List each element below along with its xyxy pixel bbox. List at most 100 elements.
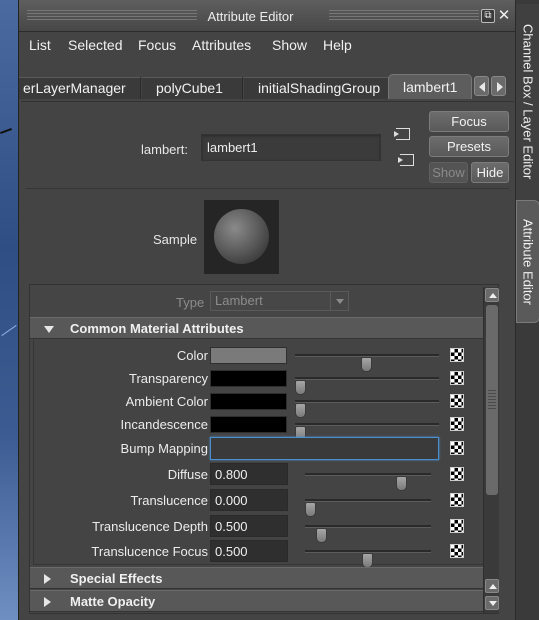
node-name-field[interactable]: lambert1	[201, 134, 381, 161]
section-title: Matte Opacity	[70, 594, 156, 609]
scroll-up-icon[interactable]	[485, 288, 499, 302]
tab-scroll-left-icon[interactable]	[474, 76, 489, 96]
attr-slider[interactable]	[305, 525, 431, 543]
checker-map-icon[interactable]	[450, 417, 464, 431]
type-dropdown-value: Lambert	[215, 293, 263, 308]
type-dropdown[interactable]: Lambert	[210, 291, 349, 311]
attr-label: Diffuse	[167, 467, 208, 482]
color-swatch[interactable]	[210, 347, 287, 364]
color-swatch[interactable]	[210, 370, 287, 387]
dock-side-tabs: Channel Box / Layer Editor Attribute Edi…	[515, 0, 539, 620]
show-button[interactable]: Show	[429, 162, 468, 183]
tab-attribute-editor[interactable]: Attribute Editor	[516, 200, 539, 323]
attr-row-translucence-depth: Translucence Depth 0.500	[34, 515, 486, 543]
attr-row-color: Color	[34, 344, 486, 372]
expand-right-icon	[44, 597, 51, 607]
menu-selected[interactable]: Selected	[68, 37, 122, 53]
menu-attributes[interactable]: Attributes	[192, 37, 251, 53]
output-connection-icon[interactable]	[398, 154, 414, 166]
menu-bar: List Selected Focus Attributes Show Help	[19, 33, 516, 58]
checker-map-icon[interactable]	[450, 371, 464, 385]
attr-slider[interactable]	[305, 499, 431, 517]
section-common-material-attributes[interactable]: Common Material Attributes	[30, 317, 485, 339]
attr-slider[interactable]	[295, 423, 439, 441]
checker-map-icon[interactable]	[450, 519, 464, 533]
title-bar[interactable]: Attribute Editor ⧉ ✕	[19, 0, 516, 32]
attr-row-diffuse: Diffuse 0.800	[34, 463, 486, 491]
menu-list[interactable]: List	[29, 37, 51, 53]
checker-map-icon[interactable]	[450, 544, 464, 558]
checker-map-icon[interactable]	[450, 348, 464, 362]
attr-slider[interactable]	[295, 400, 439, 418]
viewport-edge	[0, 0, 18, 620]
attr-row-translucence: Translucence 0.000	[34, 489, 486, 517]
checker-map-icon[interactable]	[450, 394, 464, 408]
expand-right-icon	[44, 574, 51, 584]
attr-slider[interactable]	[295, 377, 439, 395]
sample-sphere	[214, 209, 269, 264]
vtab-label: Channel Box / Layer Editor	[520, 24, 536, 180]
section-special-effects[interactable]: Special Effects	[30, 567, 485, 589]
menu-help[interactable]: Help	[323, 37, 352, 53]
input-connection-icon[interactable]	[394, 128, 410, 140]
tab-render-layer-manager[interactable]: erLayerManager	[19, 77, 141, 99]
node-tab-bar: erLayerManager polyCube1 initialShadingG…	[19, 74, 516, 100]
expand-down-icon	[44, 326, 54, 333]
attr-slider[interactable]	[305, 550, 431, 568]
attr-row-transparency: Transparency	[34, 367, 486, 395]
checker-map-icon[interactable]	[450, 441, 464, 455]
scroll-grip	[488, 390, 496, 410]
checker-map-icon[interactable]	[450, 493, 464, 507]
slider-handle[interactable]	[362, 553, 373, 568]
translucence-field[interactable]: 0.000	[210, 489, 288, 511]
close-icon[interactable]: ✕	[497, 8, 511, 23]
vertical-scrollbar[interactable]	[483, 287, 499, 613]
bump-mapping-field[interactable]	[210, 437, 439, 460]
chevron-down-icon	[330, 292, 348, 310]
scroll-down-icon[interactable]	[485, 596, 499, 610]
presets-button[interactable]: Presets	[429, 136, 509, 157]
tab-channel-box-layer-editor[interactable]: Channel Box / Layer Editor	[516, 4, 539, 200]
scroll-thumb[interactable]	[486, 305, 498, 495]
type-label: Type	[176, 295, 205, 310]
vtab-label: Attribute Editor	[520, 218, 536, 305]
common-attributes-body: Color Transparency Ambient Color Incande…	[33, 340, 486, 568]
attribute-editor-panel: Attribute Editor ⧉ ✕ List Selected Focus…	[18, 0, 516, 620]
focus-button[interactable]: Focus	[429, 111, 509, 132]
attr-row-incandescence: Incandescence	[34, 413, 486, 441]
attr-row-translucence-focus: Translucence Focus 0.500	[34, 540, 486, 568]
attr-label: Bump Mapping	[120, 441, 208, 456]
attr-label: Incandescence	[120, 417, 208, 432]
diffuse-field[interactable]: 0.800	[210, 463, 288, 485]
attribute-scroll-area: Type Lambert Common Material Attributes …	[29, 284, 499, 614]
section-title: Common Material Attributes	[70, 321, 244, 336]
color-swatch[interactable]	[210, 416, 287, 433]
attr-label: Translucence Focus	[91, 544, 208, 559]
menu-show[interactable]: Show	[272, 37, 307, 53]
translucence-focus-field[interactable]: 0.500	[210, 540, 288, 562]
section-title: Special Effects	[70, 571, 163, 586]
attr-label: Transparency	[129, 371, 208, 386]
menu-focus[interactable]: Focus	[138, 37, 176, 53]
attr-slider[interactable]	[295, 354, 439, 372]
tab-polycube1[interactable]: polyCube1	[142, 77, 243, 99]
sample-swatch[interactable]	[204, 200, 279, 274]
node-header: lambert: lambert1 Focus Presets Show Hid…	[21, 101, 514, 185]
hide-button[interactable]: Hide	[471, 162, 509, 183]
section-matte-opacity[interactable]: Matte Opacity	[30, 590, 485, 612]
tab-scroll-right-icon[interactable]	[491, 76, 506, 96]
window-title: Attribute Editor	[207, 9, 294, 24]
attr-label: Color	[176, 348, 208, 363]
float-window-icon[interactable]: ⧉	[481, 9, 495, 23]
scroll-up-icon[interactable]	[485, 579, 499, 593]
tab-lambert1[interactable]: lambert1	[388, 74, 472, 99]
attr-slider[interactable]	[305, 473, 431, 491]
translucence-depth-field[interactable]: 0.500	[210, 515, 288, 537]
checker-map-icon[interactable]	[450, 467, 464, 481]
color-swatch[interactable]	[210, 393, 287, 410]
attr-label: Ambient Color	[125, 394, 208, 409]
material-sample: Sample	[26, 188, 509, 284]
attr-row-bump-mapping: Bump Mapping	[34, 437, 486, 461]
tab-initial-shading-group[interactable]: initialShadingGroup	[244, 77, 389, 99]
attr-label: Translucence	[130, 493, 208, 508]
